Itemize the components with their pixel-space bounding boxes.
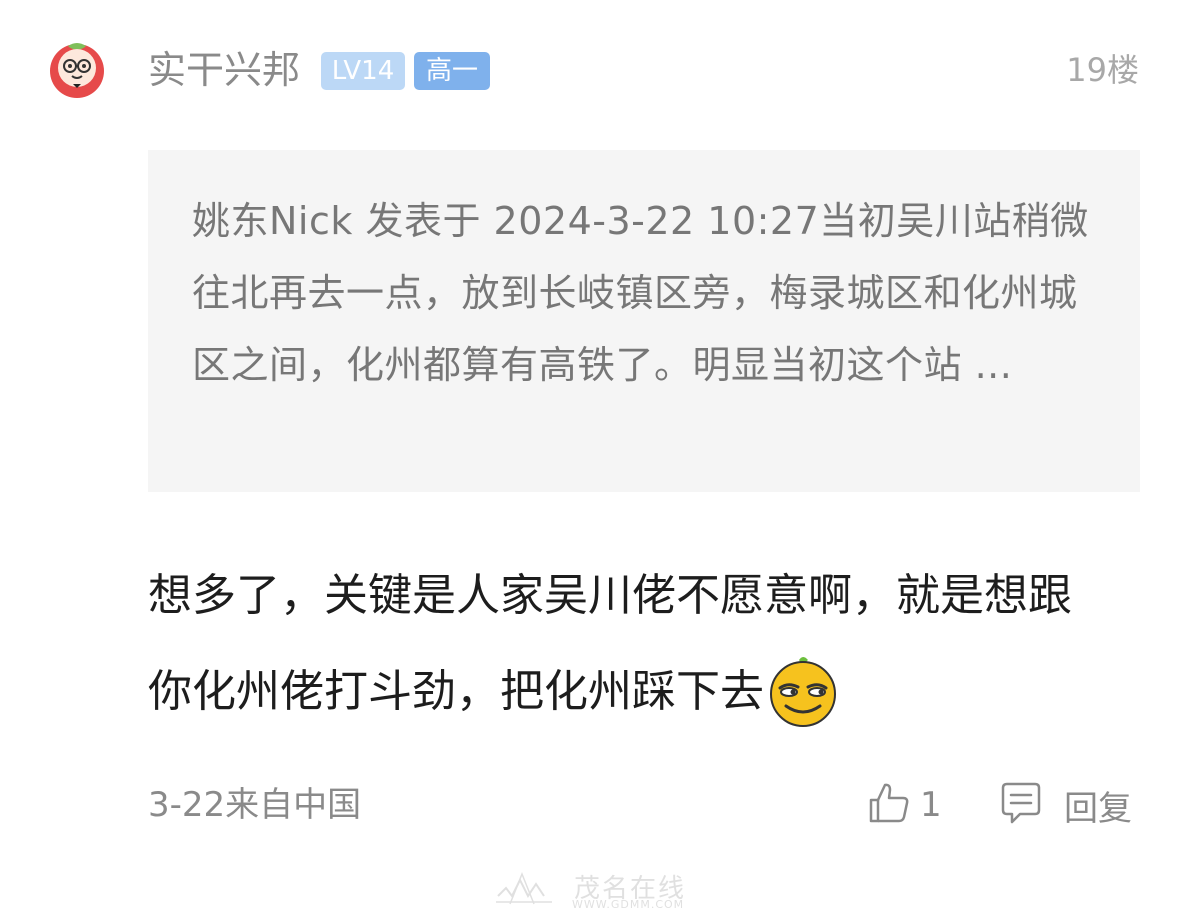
watermark-url: WWW.GDMM.COM [572,898,685,911]
quote-block[interactable]: 姚东Nick 发表于 2024-3-22 10:27当初吴川站稍微往北再去一点，… [148,150,1140,492]
like-count: 1 [920,785,942,825]
smug-smiley-icon [766,654,840,728]
grade-badge: 高一 [414,52,490,90]
reply-button[interactable]: 回复 [998,780,1132,830]
comment-icon [998,780,1044,830]
like-button[interactable]: 1 [866,780,942,830]
floor-number: 19楼 [1066,51,1139,89]
reply-text: 想多了，关键是人家吴川佬不愿意啊，就是想跟你化州佬打斗劲，把化州踩下去 [148,570,1072,717]
username[interactable]: 实干兴邦 [148,46,300,94]
watermark-logo-icon [496,871,552,905]
reply-content: 想多了，关键是人家吴川佬不愿意啊，就是想跟你化州佬打斗劲，把化州踩下去 [148,548,1108,740]
post-date-location: 3-22来自中国 [148,785,362,825]
level-badge: LV14 [321,52,405,90]
reply-label: 回复 [1064,788,1132,829]
watermark: 茂名在线 WWW.GDMM.COM [492,866,702,912]
thumbs-up-icon [866,780,912,830]
avatar[interactable] [46,38,108,100]
quote-text: 姚东Nick 发表于 2024-3-22 10:27当初吴川站稍微往北再去一点，… [192,199,1089,387]
